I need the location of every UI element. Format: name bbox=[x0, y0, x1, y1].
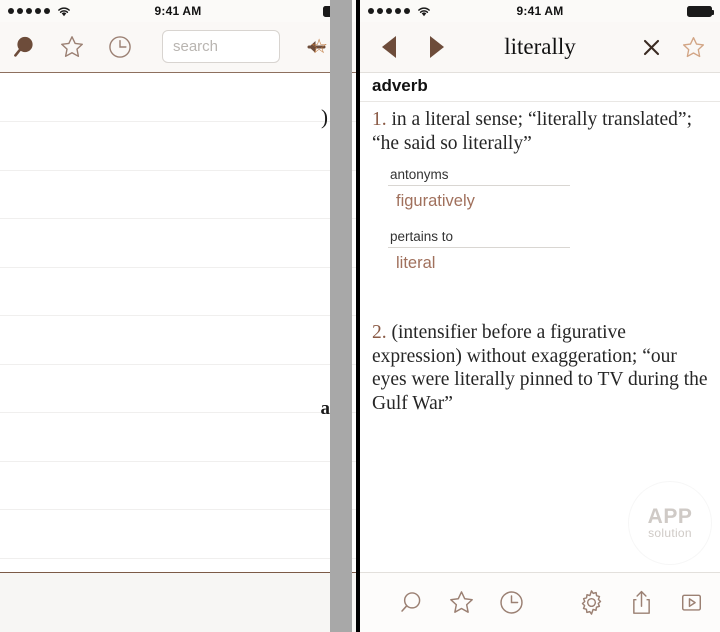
battery-full-icon bbox=[687, 5, 714, 17]
app-screen: 9:41 AM search) a ☆ 9:41 AM literally a… bbox=[0, 0, 720, 632]
toolbar-settings-button[interactable] bbox=[566, 573, 616, 632]
favorite-button[interactable] bbox=[674, 22, 712, 72]
panel-edge-overlay bbox=[330, 0, 352, 632]
left-bottom-bar bbox=[0, 572, 356, 632]
toolbar-favorites-button[interactable] bbox=[436, 573, 486, 632]
list-item[interactable] bbox=[0, 462, 356, 510]
prev-entry-button[interactable] bbox=[382, 36, 396, 58]
definition-scroll-area[interactable]: adverb 1. in a literal sense; “literally… bbox=[360, 73, 720, 595]
list-item[interactable] bbox=[0, 365, 356, 413]
right-status-bar: 9:41 AM bbox=[360, 0, 720, 22]
clipped-star-glyph: ☆ bbox=[310, 36, 328, 58]
list-item[interactable] bbox=[0, 268, 356, 316]
right-panel: 9:41 AM literally adverb 1. in a literal… bbox=[360, 0, 720, 632]
relation-word-link[interactable]: literal bbox=[388, 248, 570, 279]
appsolution-watermark: APP solution bbox=[628, 481, 712, 565]
list-item[interactable] bbox=[0, 219, 356, 268]
toolbar-search-button[interactable] bbox=[386, 573, 436, 632]
sense-1: 1. in a literal sense; “literally transl… bbox=[360, 102, 720, 279]
left-word-list[interactable] bbox=[0, 73, 356, 573]
right-header-toolbar: literally bbox=[360, 22, 720, 73]
search-input[interactable] bbox=[162, 30, 280, 63]
close-button[interactable] bbox=[634, 22, 668, 72]
left-header-toolbar bbox=[0, 22, 356, 73]
list-item[interactable] bbox=[0, 122, 356, 171]
status-time: 9:41 AM bbox=[154, 4, 202, 18]
status-time-wrap: 9:41 AM bbox=[0, 0, 356, 22]
sense-2-definition: (intensifier before a figurative express… bbox=[372, 322, 708, 414]
status-battery-wrap bbox=[687, 0, 714, 22]
list-item[interactable] bbox=[0, 316, 356, 365]
next-entry-button[interactable] bbox=[430, 36, 444, 58]
watermark-line-2: solution bbox=[648, 526, 692, 540]
list-item[interactable] bbox=[0, 413, 356, 462]
part-of-speech-header: adverb bbox=[360, 73, 720, 102]
status-time-wrap: 9:41 AM bbox=[360, 0, 720, 22]
watermark-line-1: APP bbox=[647, 505, 693, 528]
tab-search[interactable] bbox=[0, 22, 48, 72]
status-time: 9:41 AM bbox=[516, 4, 564, 18]
sense-2-number: 2. bbox=[372, 322, 387, 343]
list-item[interactable] bbox=[0, 510, 356, 559]
sense-1-text: 1. in a literal sense; “literally transl… bbox=[372, 108, 708, 155]
toolbar-history-button[interactable] bbox=[486, 573, 536, 632]
clipped-glyph-top: ) bbox=[321, 105, 328, 129]
list-item[interactable] bbox=[0, 171, 356, 219]
tab-history[interactable] bbox=[96, 22, 144, 72]
search-field-wrap bbox=[162, 30, 280, 63]
relation-antonyms: antonyms figuratively bbox=[388, 165, 570, 217]
sense-2: 2. (intensifier before a figurative expr… bbox=[360, 315, 720, 415]
tab-favorites[interactable] bbox=[48, 22, 96, 72]
left-panel: 9:41 AM search) a ☆ bbox=[0, 0, 360, 632]
sense-1-definition: in a literal sense; “literally translate… bbox=[372, 109, 692, 154]
toolbar-play-button[interactable] bbox=[666, 573, 716, 632]
relation-label: pertains to bbox=[388, 227, 570, 248]
right-bottom-toolbar bbox=[360, 572, 720, 632]
relation-label: antonyms bbox=[388, 165, 570, 186]
relation-word-link[interactable]: figuratively bbox=[388, 186, 570, 217]
left-status-bar: 9:41 AM bbox=[0, 0, 356, 22]
sense-1-number: 1. bbox=[372, 109, 387, 130]
relation-pertains-to: pertains to literal bbox=[388, 227, 570, 279]
clipped-glyph-mid: a bbox=[320, 398, 331, 419]
list-item[interactable] bbox=[0, 73, 356, 122]
toolbar-share-button[interactable] bbox=[616, 573, 666, 632]
sense-2-text: 2. (intensifier before a figurative expr… bbox=[372, 321, 708, 415]
